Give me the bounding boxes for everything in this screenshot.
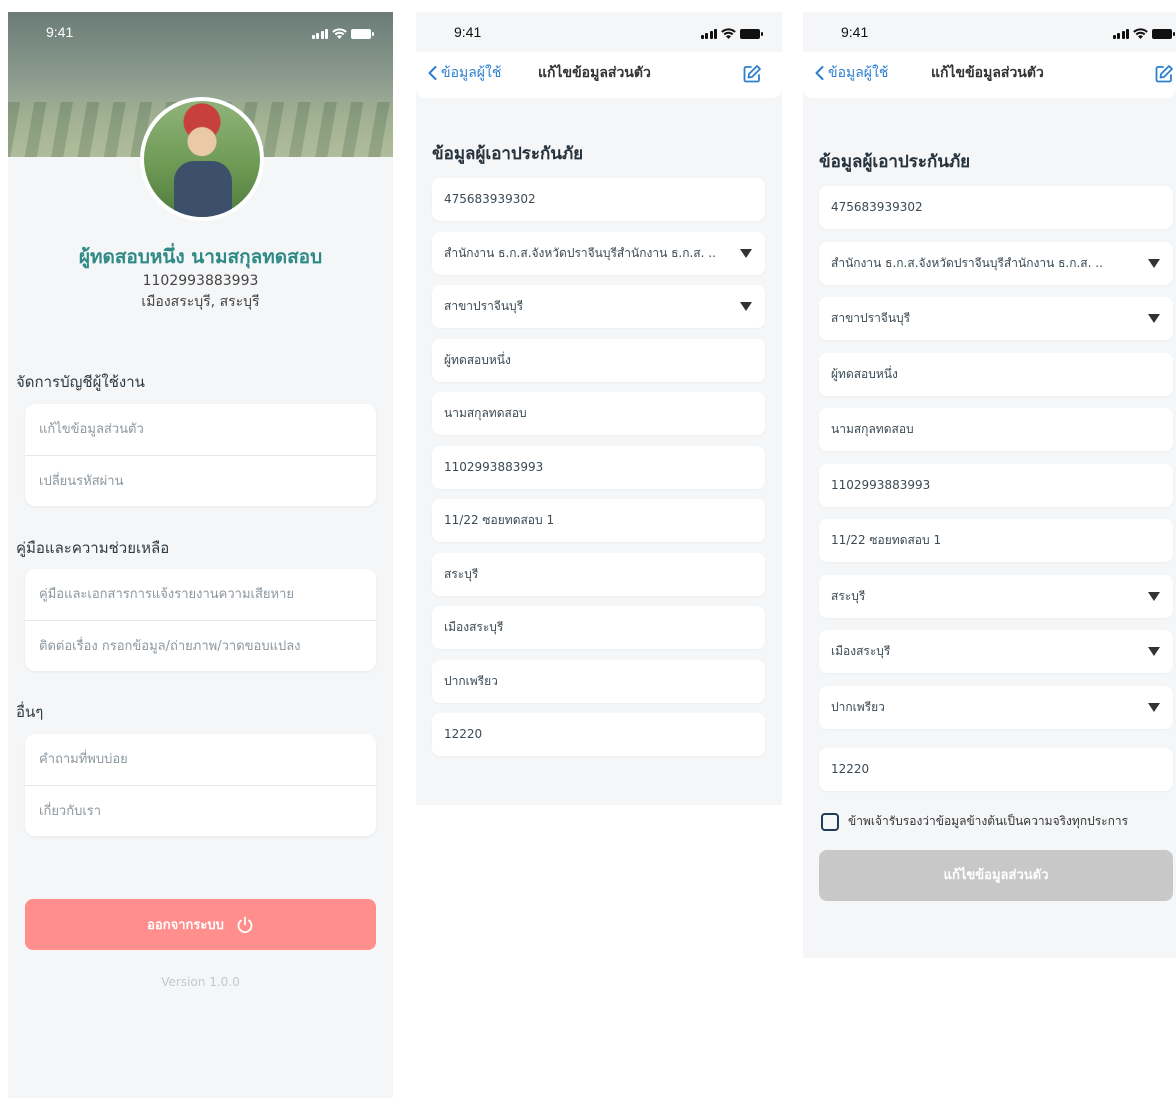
account-card: แก้ไขข้อมูลส่วนตัว เปลี่ยนรหัสผ่าน [25,404,376,506]
chevron-left-icon [428,66,437,80]
back-button[interactable]: ข้อมูลผู้ใช้ [428,62,501,84]
back-button[interactable]: ข้อมูลผู้ใช้ [815,62,888,84]
caret-down-icon [1148,703,1160,712]
branch-select[interactable]: สาขาปราจีนบุรี [819,297,1173,340]
id-number-field[interactable]: 1102993883993 [432,446,765,489]
menu-item-manual[interactable]: คู่มือและเอกสารการแจ้งรายงานความเสียหาย [25,569,376,620]
branch-value: สาขาปราจีนบุรี [831,311,911,325]
province-value: สระบุรี [831,589,866,603]
office-select[interactable]: สำนักงาน ธ.ก.ส.จังหวัดปราจีนบุรีสำนักงาน… [432,232,765,275]
menu-item-change-password[interactable]: เปลี่ยนรหัสผ่าน [25,455,376,506]
profile-location: เมืองสระบุรี, สระบุรี [141,294,260,310]
branch-value: สาขาปราจีนบุรี [444,299,524,313]
agree-row[interactable]: ข้าพเจ้ารับรองว่าข้อมูลข้างต้นเป็นความจร… [821,812,1128,831]
district-value: เมืองสระบุรี [831,644,891,658]
id-number-field[interactable]: 1102993883993 [819,464,1173,507]
postal-code-field[interactable]: 12220 [432,713,765,756]
branch-select[interactable]: สาขาปราจีนบุรี [432,285,765,328]
battery-icon [351,29,374,39]
agree-label: ข้าพเจ้ารับรองว่าข้อมูลข้างต้นเป็นความจร… [848,814,1129,828]
edit-profile-screen-full: 9:41 ข้อมูลผู้ใช้ แก้ไขข้อมูลส่วนตัว ข้อ… [803,12,1176,958]
battery-icon [1152,29,1175,39]
status-bar: 9:41 [416,12,782,52]
office-value: สำนักงาน ธ.ก.ส.จังหวัดปราจีนบุรีสำนักงาน… [831,256,1103,270]
wifi-icon [721,28,736,39]
address-field[interactable]: 11/22 ซอยทดสอบ 1 [432,499,765,542]
status-bar: 9:41 [803,12,1176,52]
office-select[interactable]: สำนักงาน ธ.ก.ส.จังหวัดปราจีนบุรีสำนักงาน… [819,242,1173,285]
signal-icon [700,28,717,39]
policy-number-field[interactable]: 475683939302 [432,178,765,221]
menu-item-faq[interactable]: คำถามที่พบบ่อย [25,734,376,785]
policy-number-field[interactable]: 475683939302 [819,186,1173,229]
province-select[interactable]: สระบุรี [819,575,1173,618]
caret-down-icon [1148,647,1160,656]
caret-down-icon [1148,259,1160,268]
logout-button[interactable]: ออกจากระบบ [25,899,376,950]
avatar[interactable] [140,97,264,221]
province-field[interactable]: สระบุรี [432,553,765,596]
subdistrict-select[interactable]: ปากเพรียว [819,686,1173,729]
edit-icon[interactable] [742,64,762,84]
menu-item-about[interactable]: เกี่ยวกับเรา [25,785,376,836]
profile-name: ผู้ทดสอบหนึ่ง นามสกุลทดสอบ [78,246,323,268]
chevron-left-icon [815,66,824,80]
district-field[interactable]: เมืองสระบุรี [432,606,765,649]
form-title: ข้อมูลผู้เอาประกันภัย [819,152,971,172]
first-name-field[interactable]: ผู้ทดสอบหนึ่ง [819,353,1173,396]
agree-checkbox[interactable] [821,812,839,831]
submit-button[interactable]: แก้ไขข้อมูลส่วนตัว [819,850,1173,901]
profile-id-number: 1102993883993 [142,273,259,289]
last-name-field[interactable]: นามสกุลทดสอบ [819,408,1173,451]
account-section-title: จัดการบัญชีผู้ใช้งาน [16,373,145,391]
menu-item-edit-profile[interactable]: แก้ไขข้อมูลส่วนตัว [25,404,376,455]
nav-bar: ข้อมูลผู้ใช้ แก้ไขข้อมูลส่วนตัว [803,52,1176,98]
caret-down-icon [740,302,752,311]
edit-icon[interactable] [1154,64,1174,84]
help-section-title: คู่มือและความช่วยเหลือ [16,539,170,557]
wifi-icon [1133,28,1148,39]
status-time: 9:41 [841,24,869,40]
signal-icon [311,28,328,39]
form-title: ข้อมูลผู้เอาประกันภัย [432,144,584,164]
edit-profile-screen: 9:41 ข้อมูลผู้ใช้ แก้ไขข้อมูลส่วนตัว ข้อ… [416,12,782,805]
page-title: แก้ไขข้อมูลส่วนตัว [538,65,651,81]
battery-icon [740,29,763,39]
district-select[interactable]: เมืองสระบุรี [819,630,1173,673]
status-time: 9:41 [454,24,482,40]
postal-code-field[interactable]: 12220 [819,748,1173,791]
profile-screen: 9:41 ผู้ทดสอบหนึ่ง นามสกุลทดสอบ 11029938… [8,12,393,1098]
power-icon [237,916,253,933]
caret-down-icon [740,249,752,258]
last-name-field[interactable]: นามสกุลทดสอบ [432,392,765,435]
signal-icon [1112,28,1129,39]
office-value: สำนักงาน ธ.ก.ส.จังหวัดปราจีนบุรีสำนักงาน… [444,246,716,260]
back-label: ข้อมูลผู้ใช้ [828,65,889,81]
status-bar: 9:41 [8,12,393,52]
back-label: ข้อมูลผู้ใช้ [441,65,502,81]
caret-down-icon [1148,592,1160,601]
address-field[interactable]: 11/22 ซอยทดสอบ 1 [819,519,1173,562]
logout-label: ออกจากระบบ [147,918,224,933]
page-title: แก้ไขข้อมูลส่วนตัว [931,65,1044,81]
menu-item-contact[interactable]: ติดต่อเรื่อง กรอกข้อมูล/ถ่ายภาพ/วาดขอบแป… [25,620,376,671]
help-card: คู่มือและเอกสารการแจ้งรายงานความเสียหาย … [25,569,376,671]
subdistrict-value: ปากเพรียว [831,700,885,714]
other-card: คำถามที่พบบ่อย เกี่ยวกับเรา [25,734,376,836]
first-name-field[interactable]: ผู้ทดสอบหนึ่ง [432,339,765,382]
subdistrict-field[interactable]: ปากเพรียว [432,660,765,703]
nav-bar: ข้อมูลผู้ใช้ แก้ไขข้อมูลส่วนตัว [416,52,782,98]
wifi-icon [332,28,347,39]
status-time: 9:41 [46,24,74,40]
other-section-title: อื่นๆ [16,703,44,721]
app-version: Version 1.0.0 [161,975,240,989]
caret-down-icon [1148,314,1160,323]
